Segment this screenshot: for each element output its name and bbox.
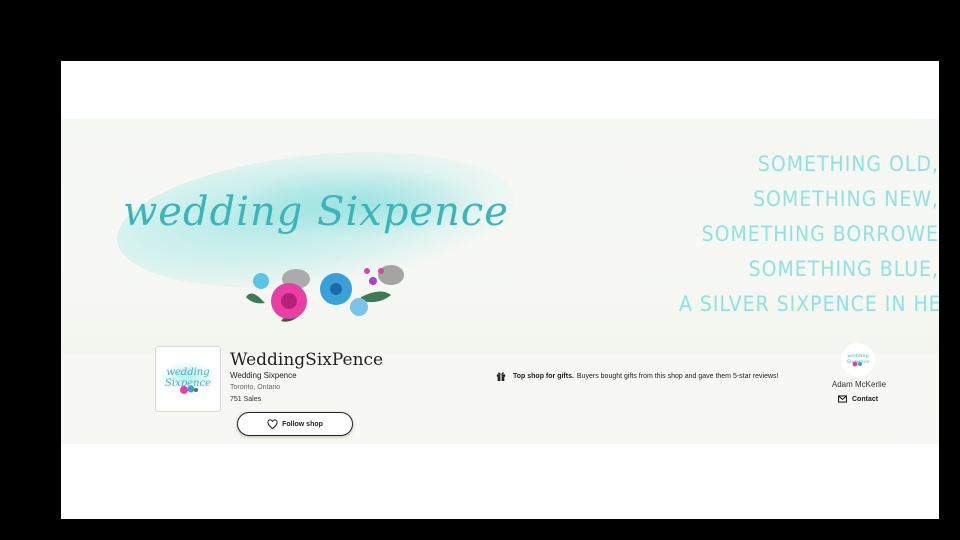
shop-banner: wedding Sixpence SOMETHING OLD, SOMETHIN…	[61, 119, 939, 354]
heart-icon	[267, 418, 278, 429]
banner-poem: SOMETHING OLD, SOMETHING NEW, SOMETHING …	[679, 147, 939, 322]
mail-icon	[838, 395, 847, 403]
follow-shop-label: Follow shop	[282, 420, 323, 428]
contact-label: Contact	[852, 395, 879, 403]
gift-note: Top shop for gifts. Buyers bought gifts …	[496, 371, 778, 381]
gift-icon	[496, 372, 506, 381]
shop-subtitle: Wedding Sixpence	[230, 371, 297, 380]
poem-line: A SILVER SIXPENCE IN HE	[679, 292, 939, 316]
shop-name: WeddingSixPence	[230, 350, 384, 370]
shop-sales[interactable]: 751 Sales	[230, 396, 261, 403]
poem-line: SOMETHING BORROWE	[701, 222, 939, 246]
avatar-flowers	[180, 385, 198, 394]
owner-avatar[interactable]: wedding Sixpence	[841, 343, 875, 377]
poem-line: SOMETHING BLUE,	[748, 257, 939, 281]
contact-button[interactable]: Contact	[838, 395, 878, 403]
shop-avatar[interactable]: wedding Sixpence	[155, 346, 221, 412]
shop-page: wedding Sixpence SOMETHING OLD, SOMETHIN…	[61, 61, 939, 519]
gift-note-bold: Top shop for gifts.	[513, 372, 574, 380]
owner-name[interactable]: Adam McKerlie	[821, 380, 897, 389]
floral-illustration	[246, 265, 404, 322]
follow-shop-button[interactable]: Follow shop	[237, 412, 353, 436]
window-frame: wedding Sixpence SOMETHING OLD, SOMETHIN…	[20, 20, 940, 520]
banner-logo-text: wedding Sixpence	[123, 189, 509, 235]
poem-line: SOMETHING NEW,	[753, 187, 939, 211]
gift-note-text: Buyers bought gifts from this shop and g…	[576, 372, 779, 380]
poem-line: SOMETHING OLD,	[757, 152, 939, 176]
shop-location: Toronto, Ontario	[230, 384, 281, 391]
owner-avatar-flowers	[852, 361, 862, 367]
